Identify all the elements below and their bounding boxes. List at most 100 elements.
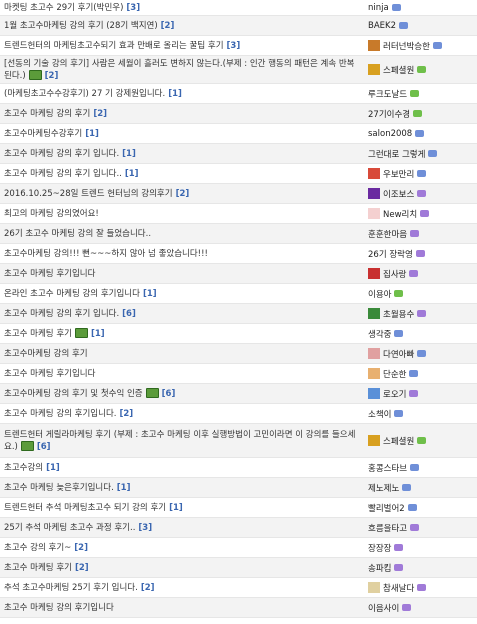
author-cell[interactable]: 생각중 bbox=[368, 328, 477, 340]
author-nickname[interactable]: 참새날다 bbox=[383, 582, 414, 594]
author-nickname[interactable]: ninja bbox=[368, 3, 389, 13]
author-nickname[interactable]: 이용아 bbox=[368, 288, 391, 300]
post-title-link[interactable]: 초고수 마케팅 강의 후기입니다. bbox=[4, 409, 116, 419]
post-title-link[interactable]: 트렌드헌터 게릴라마케팅 후기 (부제 : 초고수 마케팅 이후 실행방법이 고… bbox=[4, 430, 355, 452]
author-cell[interactable]: 루크도날드 bbox=[368, 88, 477, 100]
post-title-link[interactable]: 최고의 마케팅 강의였어요! bbox=[4, 209, 99, 219]
author-nickname[interactable]: 러터넌박승한 bbox=[383, 40, 430, 52]
post-title-link[interactable]: 초고수 마케팅 늦은후기입니다. bbox=[4, 483, 114, 493]
comment-count[interactable]: [1] bbox=[85, 129, 99, 139]
author-nickname[interactable]: 단순한 bbox=[383, 368, 406, 380]
author-cell[interactable]: salon2008 bbox=[368, 129, 477, 139]
comment-count[interactable]: [3] bbox=[138, 523, 152, 533]
post-title-link[interactable]: 초고수 마케팅 후기입니다 bbox=[4, 369, 95, 379]
author-cell[interactable]: 소책이 bbox=[368, 408, 477, 420]
comment-count[interactable]: [3] bbox=[126, 3, 140, 13]
author-nickname[interactable]: New리치 bbox=[383, 208, 417, 220]
post-title-link[interactable]: 초고수 마케팅 강의 후기 입니다.. bbox=[4, 169, 122, 179]
comment-count[interactable]: [2] bbox=[141, 583, 155, 593]
comment-count[interactable]: [2] bbox=[176, 189, 190, 199]
post-title-link[interactable]: 마켓팅 초고수 29기 후기(박민우) bbox=[4, 3, 123, 13]
post-title-link[interactable]: 추석 초고수마케팅 25기 후기 입니다. bbox=[4, 583, 138, 593]
post-title-link[interactable]: 초고수마케팅 강의!!! 뻔~~~하지 않아 넘 좋았습니다!!! bbox=[4, 249, 208, 259]
post-title-link[interactable]: 2016.10.25~28일 트렌드 헌터님의 강의후기 bbox=[4, 189, 173, 199]
author-cell[interactable]: 이조보스 bbox=[368, 188, 477, 200]
author-nickname[interactable]: 이음사이 bbox=[368, 602, 399, 614]
author-cell[interactable]: 우보만리 bbox=[368, 168, 477, 180]
author-nickname[interactable]: 초월용수 bbox=[383, 308, 414, 320]
author-cell[interactable]: 26기 장락영 bbox=[368, 248, 477, 260]
author-nickname[interactable]: 26기 장락영 bbox=[368, 248, 413, 260]
author-nickname[interactable]: BAEK2 bbox=[368, 21, 396, 31]
post-title-link[interactable]: 초고수마케팅 강의 후기 bbox=[4, 349, 88, 359]
comment-count[interactable]: [6] bbox=[37, 442, 51, 452]
author-nickname[interactable]: 이조보스 bbox=[383, 188, 414, 200]
post-title-link[interactable]: 트렌드헌터의 마케팅초고수되기 효과 만배로 올리는 꿀팁 후기 bbox=[4, 41, 224, 51]
post-title-link[interactable]: 초고수 마케팅 강의 후기 bbox=[4, 109, 90, 119]
comment-count[interactable]: [1] bbox=[117, 483, 131, 493]
post-title-link[interactable]: 초고수마케팅수강후기 bbox=[4, 129, 82, 139]
post-title-link[interactable]: 초고수 마케팅 후기입니다 bbox=[4, 269, 95, 279]
author-cell[interactable]: 홍콩스타브 bbox=[368, 462, 477, 474]
author-nickname[interactable]: 그런대로 그렇게 bbox=[368, 148, 425, 160]
comment-count[interactable]: [1] bbox=[125, 169, 139, 179]
author-nickname[interactable]: 빨리벌어2 bbox=[368, 502, 405, 514]
author-cell[interactable]: 초월용수 bbox=[368, 308, 477, 320]
comment-count[interactable]: [1] bbox=[122, 149, 136, 159]
author-nickname[interactable]: 홍콩스타브 bbox=[368, 462, 407, 474]
author-nickname[interactable]: 송파킴 bbox=[368, 562, 391, 574]
author-cell[interactable]: 훈훈한마음 bbox=[368, 228, 477, 240]
author-cell[interactable]: New리치 bbox=[368, 208, 477, 220]
comment-count[interactable]: [1] bbox=[169, 503, 183, 513]
comment-count[interactable]: [1] bbox=[91, 329, 105, 339]
author-cell[interactable]: 장장장 bbox=[368, 542, 477, 554]
author-cell[interactable]: 다연아빠 bbox=[368, 348, 477, 360]
comment-count[interactable]: [1] bbox=[143, 289, 157, 299]
author-cell[interactable]: 참새날다 bbox=[368, 582, 477, 594]
author-cell[interactable]: 빨리벌어2 bbox=[368, 502, 477, 514]
author-cell[interactable]: 스페셜원 bbox=[368, 64, 477, 76]
author-cell[interactable]: 이음사이 bbox=[368, 602, 477, 614]
author-nickname[interactable]: 스페셜원 bbox=[383, 435, 414, 447]
comment-count[interactable]: [1] bbox=[46, 463, 60, 473]
comment-count[interactable]: [3] bbox=[227, 41, 241, 51]
comment-count[interactable]: [2] bbox=[119, 409, 133, 419]
post-title-link[interactable]: 26기 초고수 마케팅 강의 잘 들었습니다.. bbox=[4, 229, 151, 239]
author-cell[interactable]: 집사랑 bbox=[368, 268, 477, 280]
post-title-link[interactable]: 초고수강의 bbox=[4, 463, 43, 473]
author-nickname[interactable]: 스페셜원 bbox=[383, 64, 414, 76]
author-nickname[interactable]: 27기이수경 bbox=[368, 108, 410, 120]
author-cell[interactable]: 단순한 bbox=[368, 368, 477, 380]
post-title-link[interactable]: 온라인 초고수 마케팅 강의 후기입니다 bbox=[4, 289, 140, 299]
post-title-link[interactable]: 트렌드헌터 추석 마케팅초고수 되기 강의 후기 bbox=[4, 503, 166, 513]
post-title-link[interactable]: 초고수 마케팅 후기 bbox=[4, 563, 72, 573]
post-title-link[interactable]: 초고수마케팅 강의 후기 및 첫수익 인증 bbox=[4, 389, 143, 399]
post-title-link[interactable]: 초고수 강의 후기~ bbox=[4, 543, 71, 553]
comment-count[interactable]: [2] bbox=[75, 563, 89, 573]
post-title-link[interactable]: 1월 초고수마케팅 강의 후기 (28기 백지연) bbox=[4, 21, 158, 31]
comment-count[interactable]: [2] bbox=[93, 109, 107, 119]
author-nickname[interactable]: 우보만리 bbox=[383, 168, 414, 180]
comment-count[interactable]: [2] bbox=[161, 21, 175, 31]
author-cell[interactable]: 스페셜원 bbox=[368, 435, 477, 447]
author-nickname[interactable]: 장장장 bbox=[368, 542, 391, 554]
post-title-link[interactable]: 초고수 마케팅 후기 bbox=[4, 329, 72, 339]
author-cell[interactable]: 그런대로 그렇게 bbox=[368, 148, 477, 160]
author-nickname[interactable]: 제노제노 bbox=[368, 482, 399, 494]
author-nickname[interactable]: 로오기 bbox=[383, 388, 406, 400]
author-cell[interactable]: 로오기 bbox=[368, 388, 477, 400]
post-title-link[interactable]: (마케팅초고수수강후기) 27 기 강제원입니다. bbox=[4, 89, 165, 99]
author-cell[interactable]: 27기이수경 bbox=[368, 108, 477, 120]
author-nickname[interactable]: 소책이 bbox=[368, 408, 391, 420]
author-cell[interactable]: 러터넌박승한 bbox=[368, 40, 477, 52]
author-nickname[interactable]: 생각중 bbox=[368, 328, 391, 340]
author-cell[interactable]: ninja bbox=[368, 3, 477, 13]
author-cell[interactable]: BAEK2 bbox=[368, 21, 477, 31]
comment-count[interactable]: [6] bbox=[162, 389, 176, 399]
post-title-link[interactable]: 25기 추석 마케팅 초고수 과정 후기.. bbox=[4, 523, 135, 533]
author-cell[interactable]: 송파킴 bbox=[368, 562, 477, 574]
author-cell[interactable]: 이용아 bbox=[368, 288, 477, 300]
author-nickname[interactable]: 흐름을타고 bbox=[368, 522, 407, 534]
author-cell[interactable]: 흐름을타고 bbox=[368, 522, 477, 534]
comment-count[interactable]: [6] bbox=[122, 309, 136, 319]
